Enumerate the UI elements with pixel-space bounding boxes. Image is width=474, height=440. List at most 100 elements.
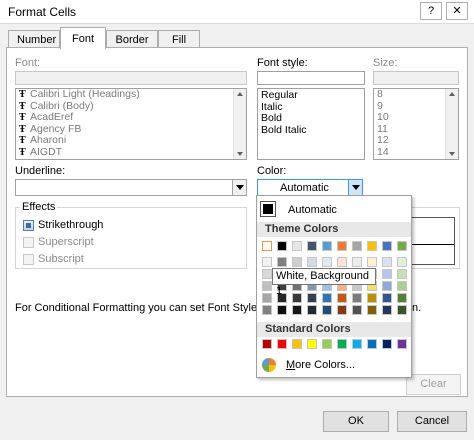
- clear-button[interactable]: Clear: [406, 374, 461, 395]
- window-title: Format Cells: [8, 5, 77, 19]
- color-select-value: Automatic: [280, 182, 329, 194]
- list-item[interactable]: Bold: [258, 112, 364, 125]
- font-style-list[interactable]: Regular Italic Bold Bold Italic: [257, 88, 365, 160]
- theme-shade-swatch[interactable]: [307, 257, 317, 267]
- theme-color-swatch[interactable]: [292, 241, 302, 251]
- theme-color-swatch[interactable]: [337, 241, 347, 251]
- theme-shade-swatch[interactable]: [337, 305, 347, 315]
- standard-color-swatch[interactable]: [292, 339, 302, 349]
- theme-color-swatch[interactable]: [367, 241, 377, 251]
- theme-colors-header: Theme Colors: [257, 222, 411, 237]
- theme-color-swatch[interactable]: [397, 241, 407, 251]
- list-item[interactable]: Regular: [258, 89, 364, 102]
- theme-shade-swatch[interactable]: [277, 257, 287, 267]
- chevron-down-icon[interactable]: [232, 180, 246, 195]
- help-button[interactable]: ?: [420, 2, 442, 20]
- standard-color-swatch[interactable]: [307, 339, 317, 349]
- preview-box: [408, 217, 455, 265]
- font-name-input[interactable]: [15, 71, 247, 85]
- theme-shade-swatch[interactable]: [397, 305, 407, 315]
- automatic-color-option[interactable]: Automatic: [288, 204, 337, 216]
- standard-color-swatch[interactable]: [367, 339, 377, 349]
- theme-shade-swatch[interactable]: [307, 293, 317, 303]
- theme-shade-swatch[interactable]: [382, 257, 392, 267]
- standard-color-swatch[interactable]: [262, 339, 272, 349]
- theme-shade-swatch[interactable]: [337, 293, 347, 303]
- standard-colors-header: Standard Colors: [257, 322, 411, 337]
- truetype-icon: Ŧ: [19, 89, 26, 100]
- theme-shade-swatch[interactable]: [352, 257, 362, 267]
- theme-color-swatch[interactable]: [382, 241, 392, 251]
- scroll-down-icon[interactable]: [449, 152, 455, 156]
- ok-button[interactable]: OK: [323, 411, 389, 432]
- theme-shade-swatch[interactable]: [262, 293, 272, 303]
- theme-shade-swatch[interactable]: [292, 293, 302, 303]
- theme-shade-swatch[interactable]: [322, 293, 332, 303]
- theme-shade-swatch[interactable]: [397, 281, 407, 291]
- tab-font[interactable]: Font: [60, 27, 106, 49]
- standard-color-swatch[interactable]: [322, 339, 332, 349]
- theme-color-swatch[interactable]: [352, 241, 362, 251]
- theme-shade-swatch[interactable]: [382, 305, 392, 315]
- list-item[interactable]: Bold Italic: [258, 124, 364, 137]
- theme-shade-swatch[interactable]: [292, 257, 302, 267]
- theme-shade-swatch[interactable]: [262, 269, 272, 279]
- theme-shade-swatch[interactable]: [382, 293, 392, 303]
- more-colors-option[interactable]: More Colors...: [286, 359, 355, 371]
- truetype-icon: Ŧ: [19, 123, 26, 135]
- strikethrough-label: Strikethrough: [38, 219, 104, 231]
- theme-shade-swatch[interactable]: [367, 293, 377, 303]
- size-list[interactable]: 8 9 10 11 12 14: [373, 88, 459, 160]
- theme-shade-swatch[interactable]: [337, 257, 347, 267]
- theme-shade-swatch[interactable]: [352, 293, 362, 303]
- standard-color-swatch[interactable]: [397, 339, 407, 349]
- scroll-up-icon[interactable]: [237, 92, 243, 96]
- list-item[interactable]: Ŧ AIGDT: [16, 146, 246, 159]
- theme-color-swatch[interactable]: [277, 241, 287, 251]
- size-input[interactable]: [373, 71, 459, 85]
- theme-shade-swatch[interactable]: [367, 257, 377, 267]
- color-tooltip: White, Background 1: [272, 268, 376, 297]
- size-list-scrollbar[interactable]: [445, 89, 458, 159]
- theme-shade-swatch[interactable]: [367, 305, 377, 315]
- theme-color-swatch[interactable]: [262, 241, 272, 251]
- palette-icon: [262, 358, 276, 372]
- standard-color-swatch[interactable]: [337, 339, 347, 349]
- theme-shade-swatch[interactable]: [397, 269, 407, 279]
- font-style-input[interactable]: [257, 71, 365, 85]
- color-select[interactable]: Automatic: [257, 179, 363, 196]
- theme-shade-swatch[interactable]: [322, 305, 332, 315]
- tab-fill[interactable]: Fill: [158, 30, 200, 48]
- theme-shade-swatch[interactable]: [322, 257, 332, 267]
- scroll-down-icon[interactable]: [237, 152, 243, 156]
- subscript-checkbox[interactable]: [23, 254, 34, 265]
- font-list[interactable]: Ŧ Calibri Light (Headings) Ŧ Calibri (Body…: [15, 88, 247, 160]
- theme-shade-swatch[interactable]: [262, 281, 272, 291]
- strikethrough-checkbox[interactable]: [23, 220, 34, 231]
- standard-color-swatch[interactable]: [382, 339, 392, 349]
- chevron-down-icon[interactable]: [348, 180, 362, 195]
- theme-shade-swatch[interactable]: [382, 281, 392, 291]
- superscript-checkbox[interactable]: [23, 237, 34, 248]
- automatic-color-swatch[interactable]: [260, 201, 276, 217]
- theme-shade-swatch[interactable]: [292, 305, 302, 315]
- theme-shade-swatch[interactable]: [262, 305, 272, 315]
- theme-shade-swatch[interactable]: [397, 257, 407, 267]
- theme-shade-swatch[interactable]: [307, 305, 317, 315]
- tab-number[interactable]: Number: [8, 30, 60, 48]
- underline-select[interactable]: [15, 179, 247, 196]
- theme-shade-swatch[interactable]: [277, 305, 287, 315]
- theme-shade-swatch[interactable]: [262, 257, 272, 267]
- theme-shade-swatch[interactable]: [397, 293, 407, 303]
- close-button[interactable]: ✕: [446, 2, 468, 20]
- cancel-button[interactable]: Cancel: [397, 411, 467, 432]
- standard-color-swatch[interactable]: [277, 339, 287, 349]
- font-list-scrollbar[interactable]: [233, 89, 246, 159]
- tab-border[interactable]: Border: [106, 30, 158, 48]
- theme-shade-swatch[interactable]: [382, 269, 392, 279]
- scroll-up-icon[interactable]: [449, 92, 455, 96]
- theme-shade-swatch[interactable]: [352, 305, 362, 315]
- theme-color-swatch[interactable]: [307, 241, 317, 251]
- theme-color-swatch[interactable]: [322, 241, 332, 251]
- standard-color-swatch[interactable]: [352, 339, 362, 349]
